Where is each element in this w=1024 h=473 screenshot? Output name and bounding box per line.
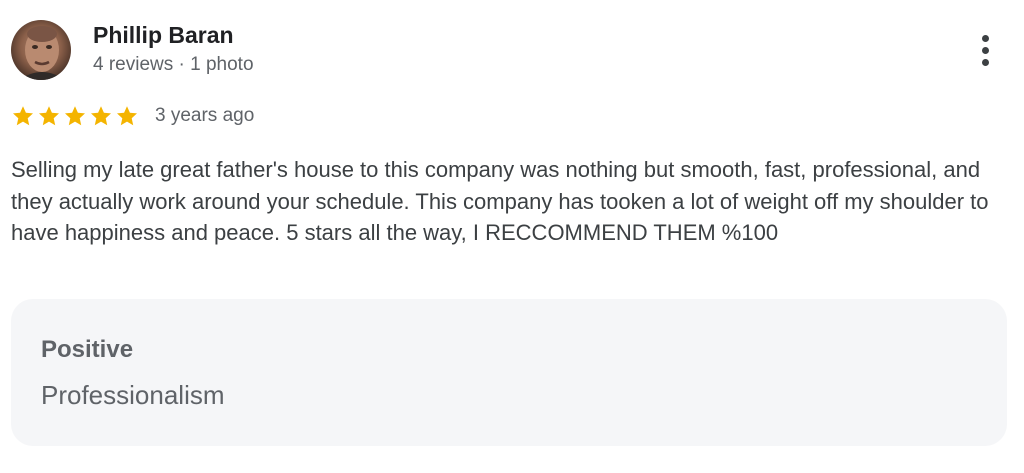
review-text: Selling my late great father's house to … [11, 157, 989, 245]
rating-row: 3 years ago [11, 102, 254, 130]
review-time: 3 years ago [155, 105, 255, 126]
star-icon [13, 106, 33, 126]
star-icon [91, 106, 111, 126]
more-options-button[interactable] [970, 30, 1000, 70]
aspect-label: Positive [41, 336, 134, 363]
review-aspect-box: Positive Professionalism [11, 299, 1007, 446]
more-vert-icon-dot [981, 46, 989, 54]
star-icon [117, 106, 137, 126]
star-icon [65, 106, 85, 126]
star-icon [39, 106, 59, 126]
more-vert-icon-dot [981, 58, 989, 66]
star-rating [11, 104, 139, 128]
more-vert-icon-dot [981, 34, 989, 42]
review-card: Phillip Baran 4 reviews · 1 photo 3 year… [0, 0, 1024, 473]
avatar[interactable] [11, 20, 71, 80]
aspect-value: Professionalism [41, 380, 225, 410]
reviewer-meta: 4 reviews · 1 photo [93, 54, 254, 75]
reviewer-name[interactable]: Phillip Baran [93, 21, 234, 49]
person-photo-icon [19, 26, 65, 80]
